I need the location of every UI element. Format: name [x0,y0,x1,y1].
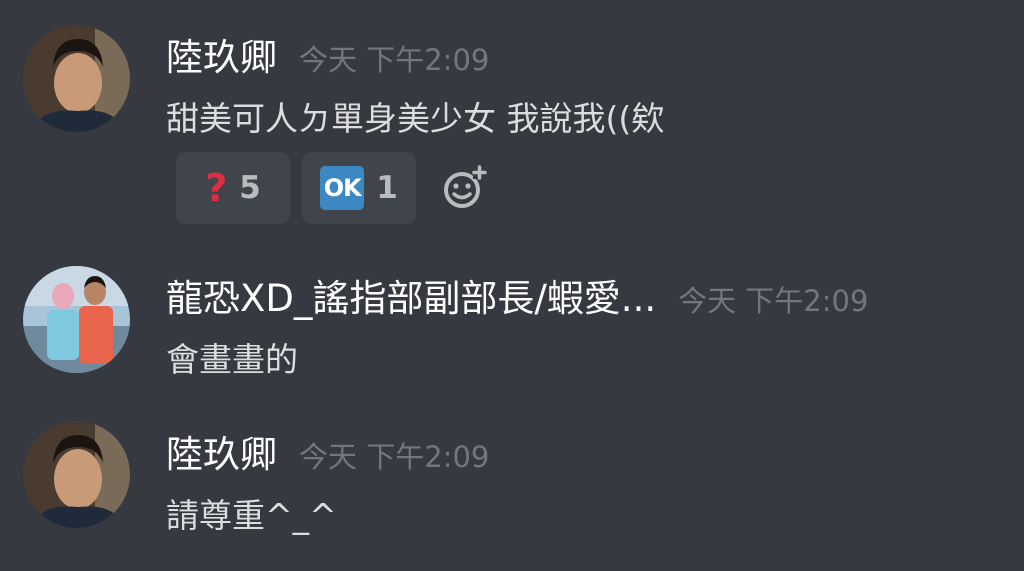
timestamp: 今天 下午2:09 [299,440,490,474]
avatar[interactable] [23,266,130,373]
message-content: 會畫畫的 [166,340,298,379]
question-mark-emoji: ? [205,166,228,210]
reaction-ok[interactable]: OK 1 [302,152,416,224]
message-content: 甜美可人ㄉ單身美少女 我說我((欸 [166,99,665,138]
chat-message-list: 陸玖卿 今天 下午2:09 甜美可人ㄉ單身美少女 我說我((欸 ? 5 OK 1 [0,0,1024,571]
username[interactable]: 龍恐XD_謠指部副部長/蝦愛... [166,275,656,323]
reaction-count: 1 [376,170,398,206]
message-content: 請尊重^_^ [166,496,337,535]
avatar[interactable] [23,421,130,528]
timestamp: 今天 下午2:09 [299,43,490,77]
add-reaction-icon[interactable] [434,158,494,218]
username[interactable]: 陸玖卿 [166,431,277,479]
timestamp: 今天 下午2:09 [678,284,869,318]
ok-button-emoji: OK [320,166,365,210]
reaction-bar: ? 5 OK 1 [176,152,494,224]
avatar[interactable] [23,25,130,132]
reaction-question[interactable]: ? 5 [176,152,290,224]
reaction-count: 5 [239,170,261,206]
username[interactable]: 陸玖卿 [166,34,277,82]
